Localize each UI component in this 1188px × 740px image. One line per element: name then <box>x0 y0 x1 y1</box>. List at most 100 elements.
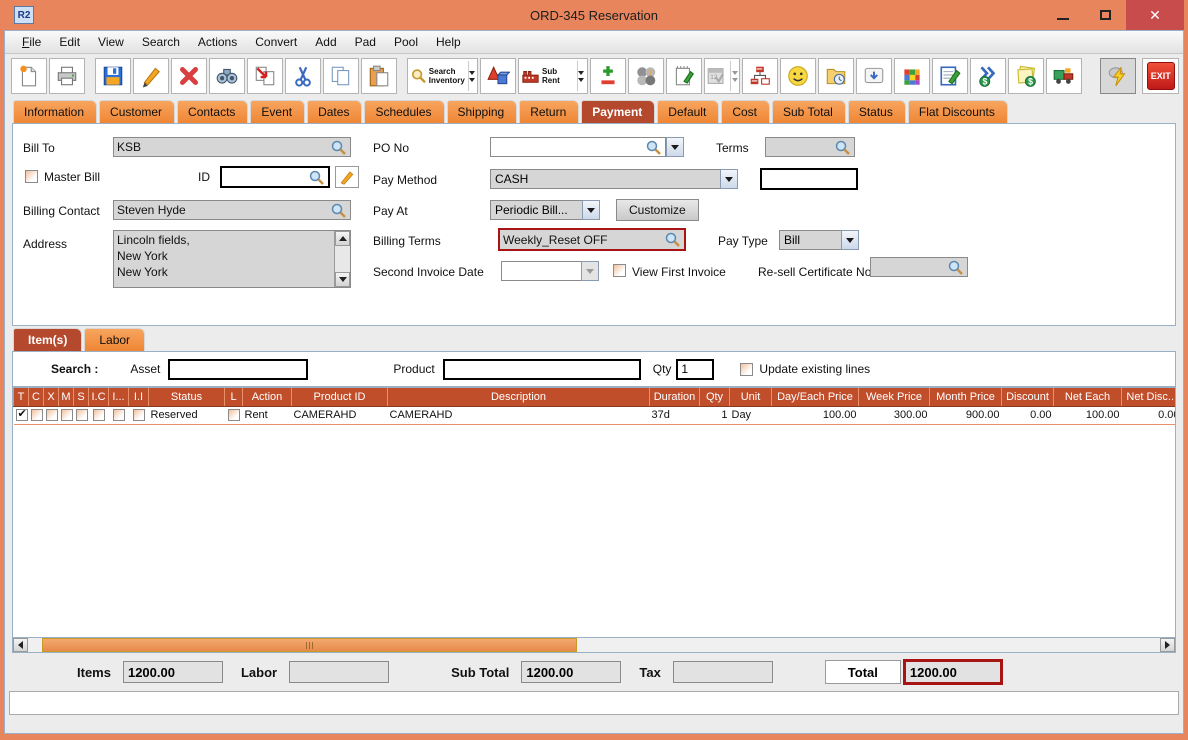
cube-button[interactable] <box>893 58 930 94</box>
search-icon[interactable] <box>834 139 851 156</box>
billing-terms-field[interactable]: Weekly_Reset OFF <box>498 228 686 251</box>
col-ic[interactable]: I.C <box>88 388 109 407</box>
menu-search[interactable]: Search <box>133 32 189 52</box>
customize-button[interactable]: Customize <box>616 199 699 221</box>
tab-status[interactable]: Status <box>847 100 906 123</box>
history-folder-button[interactable] <box>817 58 854 94</box>
print-button[interactable] <box>49 58 85 94</box>
edit-button[interactable] <box>133 58 170 94</box>
tab-items[interactable]: Item(s) <box>13 328 83 351</box>
menu-convert[interactable]: Convert <box>246 32 306 52</box>
invoice-button[interactable]: $ <box>1007 58 1044 94</box>
search-icon[interactable] <box>308 169 325 186</box>
transfer-button[interactable] <box>247 58 284 94</box>
bill-to-field[interactable]: KSB <box>113 137 351 157</box>
exit-button[interactable]: EXIT <box>1142 58 1180 94</box>
terms-field[interactable] <box>765 137 855 157</box>
menu-help[interactable]: Help <box>427 32 470 52</box>
pay-at-combo[interactable]: Periodic Bill... <box>490 200 600 220</box>
tab-flat-discounts[interactable]: Flat Discounts <box>907 100 1008 123</box>
delete-button[interactable] <box>171 58 208 94</box>
menu-actions[interactable]: Actions <box>189 32 246 52</box>
col-c[interactable]: C <box>28 388 44 407</box>
row-t-checkbox[interactable] <box>15 407 28 422</box>
row-c-checkbox[interactable] <box>30 409 43 422</box>
col-week-price[interactable]: Week Price <box>858 388 930 407</box>
po-no-dropdown[interactable] <box>666 137 684 157</box>
col-qty[interactable]: Qty <box>699 388 730 407</box>
pay-at-dropdown[interactable] <box>582 200 600 220</box>
search-icon[interactable] <box>645 139 662 156</box>
tab-customer[interactable]: Customer <box>99 100 176 123</box>
quick-action-button[interactable] <box>1100 58 1137 94</box>
tab-default[interactable]: Default <box>657 100 720 123</box>
col-day-each-price[interactable]: Day/Each Price <box>771 388 859 407</box>
tab-cost[interactable]: Cost <box>721 100 770 123</box>
search-icon[interactable] <box>947 259 964 276</box>
notepad-button[interactable] <box>665 58 702 94</box>
keyboard-button[interactable] <box>855 58 892 94</box>
pay-method-dropdown[interactable] <box>720 169 738 189</box>
col-description[interactable]: Description <box>387 388 650 407</box>
horizontal-scrollbar[interactable] <box>13 637 1175 652</box>
product-input[interactable] <box>442 358 641 380</box>
cut-button[interactable] <box>285 58 322 94</box>
tab-schedules[interactable]: Schedules <box>364 100 445 123</box>
scroll-right-icon[interactable] <box>1160 638 1175 652</box>
scroll-up-icon[interactable] <box>335 231 350 246</box>
truck-button[interactable] <box>1045 58 1082 94</box>
tab-labor[interactable]: Labor <box>84 328 146 351</box>
new-document-button[interactable] <box>11 58 47 94</box>
col-product-id[interactable]: Product ID <box>291 388 388 407</box>
tab-payment[interactable]: Payment <box>581 100 656 123</box>
edit-id-button[interactable] <box>335 166 359 188</box>
col-net-disc[interactable]: Net Disc... <box>1121 388 1175 407</box>
pay-method-combo[interactable]: CASH <box>490 169 738 189</box>
col-month-price[interactable]: Month Price <box>929 388 1002 407</box>
sub-rent-button[interactable]: Sub Rent <box>518 58 588 94</box>
scroll-left-icon[interactable] <box>13 638 28 652</box>
row-s-checkbox[interactable] <box>75 409 88 422</box>
group-query-button[interactable]: ? <box>627 58 664 94</box>
col-ii[interactable]: I.I <box>128 388 149 407</box>
tab-event[interactable]: Event <box>250 100 306 123</box>
qty-input[interactable]: 1 <box>676 358 715 380</box>
pay-type-combo[interactable]: Bill <box>779 230 859 250</box>
address-field[interactable]: Lincoln fields, New York New York <box>113 230 351 288</box>
search-inventory-button[interactable]: Search Inventory <box>407 58 479 94</box>
edit-note-button[interactable] <box>931 58 968 94</box>
col-t[interactable]: T <box>13 388 29 407</box>
col-s[interactable]: S <box>73 388 89 407</box>
copy-button[interactable] <box>323 58 360 94</box>
tab-dates[interactable]: Dates <box>307 100 363 123</box>
tab-contacts[interactable]: Contacts <box>177 100 249 123</box>
shapes-button[interactable] <box>480 58 517 94</box>
pay-method-extra-field[interactable] <box>760 168 858 190</box>
col-unit[interactable]: Unit <box>729 388 772 407</box>
table-row[interactable]: Reserved Rent CAMERAHD CAMERAHD 37d 1 Da… <box>13 406 1175 425</box>
save-button[interactable] <box>95 58 132 94</box>
asset-input[interactable] <box>168 358 309 380</box>
po-no-field[interactable] <box>490 137 666 157</box>
col-duration[interactable]: Duration <box>649 388 700 407</box>
row-idots-checkbox[interactable] <box>112 409 125 422</box>
col-discount[interactable]: Discount <box>1001 388 1054 407</box>
view-first-invoice-checkbox[interactable] <box>613 264 626 277</box>
scrollbar-thumb[interactable] <box>42 638 577 652</box>
paste-button[interactable] <box>361 58 398 94</box>
col-x[interactable]: X <box>43 388 59 407</box>
col-l[interactable]: L <box>224 388 243 407</box>
col-idots[interactable]: I... <box>108 388 129 407</box>
menu-file[interactable]: File <box>13 32 50 52</box>
row-ic-checkbox[interactable] <box>92 409 105 422</box>
master-bill-checkbox[interactable] <box>25 170 38 183</box>
pay-type-dropdown[interactable] <box>841 230 859 250</box>
billing-contact-field[interactable]: Steven Hyde <box>113 200 351 220</box>
row-ii-checkbox[interactable] <box>132 409 145 422</box>
sub-rent-dropdown[interactable] <box>576 61 585 91</box>
po-no-combo[interactable] <box>490 137 684 157</box>
tab-information[interactable]: Information <box>13 100 98 123</box>
menu-add[interactable]: Add <box>306 32 345 52</box>
col-action[interactable]: Action <box>242 388 292 407</box>
search-inventory-dropdown[interactable] <box>467 61 475 91</box>
